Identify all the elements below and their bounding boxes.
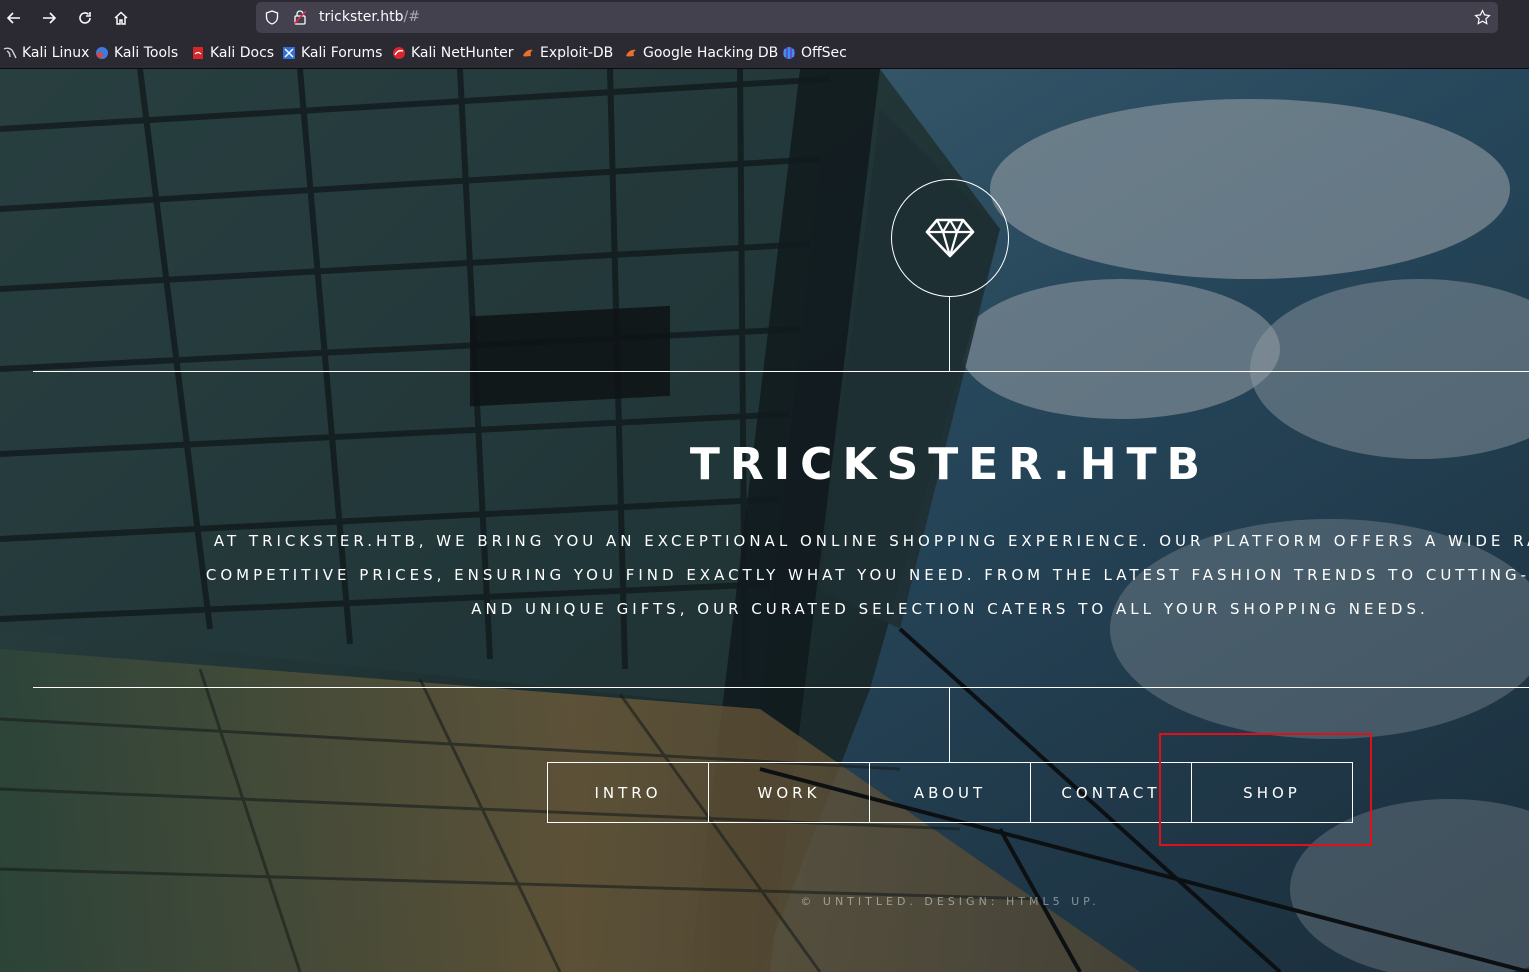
home-icon xyxy=(114,11,128,25)
bookmark-label: Kali Docs xyxy=(210,45,275,61)
exploit-db-icon xyxy=(523,49,533,57)
intro-text: AT TRICKSTER.HTB, WE BRING YOU AN EXCEPT… xyxy=(50,524,1529,626)
bookmark-label: Exploit-DB xyxy=(540,45,614,61)
bookmark-kali-tools[interactable]: Kali Tools xyxy=(95,44,178,62)
shop-highlight-box xyxy=(1159,733,1372,846)
reload-icon xyxy=(79,12,91,24)
content-bottom-border xyxy=(33,687,1529,688)
kali-tools-icon xyxy=(96,47,108,59)
url-text[interactable]: trickster.htb/# xyxy=(319,9,420,25)
bookmark-kali-linux[interactable]: Kali Linux xyxy=(3,44,89,62)
bookmark-star-icon[interactable] xyxy=(1474,9,1491,26)
reload-button[interactable] xyxy=(71,4,99,32)
forward-arrow-icon xyxy=(43,12,57,24)
back-button[interactable] xyxy=(0,4,28,32)
nav-intro-link[interactable]: INTRO xyxy=(548,763,708,822)
nav-work-link[interactable]: WORK xyxy=(708,763,869,822)
bookmark-label: Kali Linux xyxy=(22,45,90,61)
url-host: trickster.htb xyxy=(319,9,404,25)
logo-connector-line xyxy=(949,296,950,371)
intro-line: AT TRICKSTER.HTB, WE BRING YOU AN EXCEPT… xyxy=(213,532,1529,550)
forward-button[interactable] xyxy=(35,4,63,32)
back-arrow-icon xyxy=(6,12,20,24)
browser-toolbar: trickster.htb/# xyxy=(0,0,1529,36)
footer-credits: © UNTITLED. DESIGN: HTML5 UP. xyxy=(800,895,1100,908)
tracking-shield-icon[interactable] xyxy=(265,10,279,25)
insecure-lock-icon[interactable] xyxy=(293,9,307,25)
bookmark-label: Kali NetHunter xyxy=(411,45,514,61)
google-hacking-db-icon xyxy=(626,49,636,57)
intro-line: COMPETITIVE PRICES, ENSURING YOU FIND EX… xyxy=(205,566,1529,584)
bookmark-offsec[interactable]: OffSec xyxy=(782,44,847,62)
offsec-icon xyxy=(783,47,795,59)
kali-forums-icon xyxy=(283,47,295,59)
nav-about-link[interactable]: ABOUT xyxy=(869,763,1030,822)
intro-line: AND UNIQUE GIFTS, OUR CURATED SELECTION … xyxy=(471,600,1429,618)
site-title: TRICKSTER.HTB xyxy=(689,439,1211,490)
bookmark-label: Google Hacking DB xyxy=(643,45,779,61)
kali-docs-icon xyxy=(193,47,203,59)
bookmark-kali-nethunter[interactable]: Kali NetHunter xyxy=(392,44,513,62)
address-bar[interactable]: trickster.htb/# xyxy=(256,2,1498,33)
bookmark-label: Kali Forums xyxy=(301,45,383,61)
bookmark-exploit-db[interactable]: Exploit-DB xyxy=(521,44,613,62)
bookmark-kali-docs[interactable]: Kali Docs xyxy=(191,44,274,62)
bookmark-kali-forums[interactable]: Kali Forums xyxy=(282,44,382,62)
web-page: TRICKSTER.HTB AT TRICKSTER.HTB, WE BRING… xyxy=(0,69,1529,972)
kali-dragon-icon xyxy=(3,47,17,59)
url-path: /# xyxy=(403,9,420,25)
diamond-icon xyxy=(925,218,975,258)
home-button[interactable] xyxy=(107,4,135,32)
content-top-border xyxy=(33,371,1529,372)
kali-nethunter-icon xyxy=(393,47,405,59)
bookmarks-toolbar: Kali Linux Kali Tools Kali Docs Kali For… xyxy=(0,36,1529,69)
logo xyxy=(891,179,1009,297)
bookmark-label: OffSec xyxy=(801,45,847,61)
nav-connector-line xyxy=(949,688,950,762)
bookmark-google-hacking-db[interactable]: Google Hacking DB xyxy=(624,44,778,62)
bookmark-label: Kali Tools xyxy=(114,45,179,61)
